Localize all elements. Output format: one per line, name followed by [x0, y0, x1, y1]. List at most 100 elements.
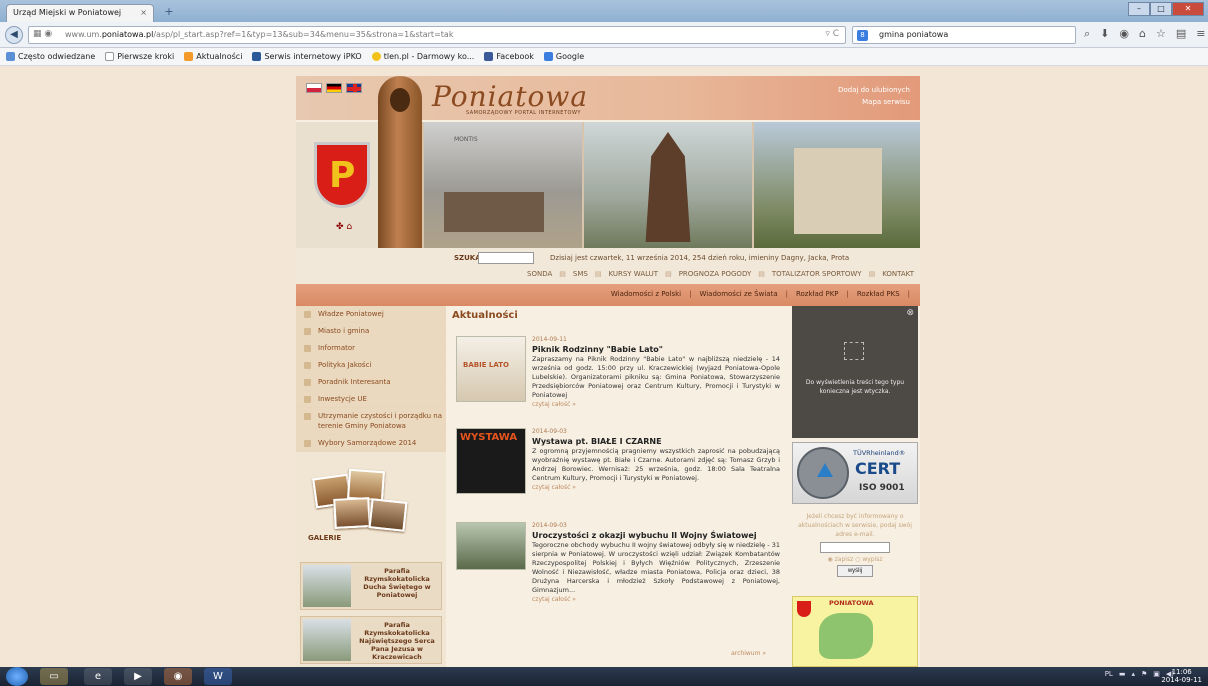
util-link-sms[interactable]: SMS: [573, 270, 588, 278]
bookmark-label: Aktualności: [196, 52, 243, 61]
news-text: Z ogromną przyjemnością pragniemy wszyst…: [532, 447, 780, 482]
menu-item-elections[interactable]: Wybory Samorządowe 2014: [296, 435, 446, 452]
news-body: 2014-09-11 Piknik Rodzinny "Babie Lato" …: [532, 336, 780, 408]
menu-icon[interactable]: ≡: [1196, 27, 1205, 41]
certificate-badge[interactable]: TÜVRheinland® CERT ISO 9001: [792, 442, 918, 504]
nav-link-pks[interactable]: Rozkład PKS: [857, 290, 900, 298]
menu-item-authorities[interactable]: Władze Poniatowej: [296, 306, 446, 323]
read-more-link[interactable]: czytaj całość »: [532, 484, 780, 491]
nav-link-pkp[interactable]: Rozkład PKP: [796, 290, 839, 298]
section-title: Aktualności: [452, 310, 518, 321]
util-link-contact[interactable]: KONTAKT: [882, 270, 914, 278]
clock[interactable]: 11:06 2014-09-11: [1161, 668, 1202, 684]
site-identity-icon[interactable]: ▦ ◉: [33, 29, 52, 39]
keyboard-icon[interactable]: ▬: [1119, 670, 1126, 678]
addon-icon[interactable]: ◉: [1119, 27, 1129, 41]
nav-link-world[interactable]: Wiadomości ze Świata: [699, 290, 777, 298]
menu-item-eu[interactable]: Inwestycje UE: [296, 391, 446, 408]
polish-flag-icon[interactable]: [306, 83, 322, 93]
bookmark-star-icon[interactable]: ☆: [1156, 27, 1166, 41]
network-icon[interactable]: ▣: [1153, 670, 1160, 678]
maximize-button[interactable]: □: [1150, 2, 1172, 16]
close-icon[interactable]: ⊗: [906, 308, 914, 318]
close-window-button[interactable]: ✕: [1172, 2, 1204, 16]
util-link-weather[interactable]: PROGNOZA POGODY: [679, 270, 752, 278]
media-player-icon[interactable]: ▶: [124, 668, 152, 685]
toolbar-icons: ⌕ ⬇ ◉ ⌂ ☆ ▤ ≡: [1084, 27, 1205, 41]
address-bar[interactable]: ▦ ◉ www.um.poniatowa.pl/asp/pl_start.asp…: [28, 26, 846, 44]
german-flag-icon[interactable]: [326, 83, 342, 93]
uk-flag-icon[interactable]: [346, 83, 362, 93]
explorer-icon[interactable]: ▭: [40, 668, 68, 685]
search-icon[interactable]: ⌕: [1084, 27, 1090, 41]
church-image: [303, 619, 351, 661]
bookmark-item[interactable]: Często odwiedzane: [6, 51, 95, 62]
radio-subscribe[interactable]: ◉: [827, 556, 832, 563]
start-button[interactable]: [6, 667, 28, 686]
gallery-widget[interactable]: GALERIE: [308, 468, 434, 548]
site-search-input[interactable]: [478, 252, 534, 264]
add-favorites-link[interactable]: Dodaj do ulubionych: [838, 84, 910, 96]
newsletter-text: Jeżeli chcesz być informowany o aktualno…: [798, 513, 912, 538]
flag-icon[interactable]: ⚑: [1141, 670, 1147, 678]
read-more-link[interactable]: czytaj całość »: [532, 401, 780, 408]
tray-arrow-icon[interactable]: ▴: [1131, 670, 1135, 678]
news-title[interactable]: Piknik Rodzinny "Babie Lato": [532, 345, 780, 354]
header-links: Dodaj do ulubionych Mapa serwisu: [838, 84, 910, 108]
email-field[interactable]: [820, 542, 890, 553]
small-emblem-icon: ✤ ⌂: [336, 222, 353, 232]
search-bar[interactable]: 8 gmina poniatowa: [852, 26, 1076, 44]
google-icon: [543, 52, 553, 61]
search-engine-icon[interactable]: 8: [857, 30, 868, 41]
send-button[interactable]: wyślij: [837, 565, 873, 577]
radio-unsubscribe[interactable]: ○: [855, 556, 860, 563]
browser-tab[interactable]: Urząd Miejski w Poniatowej ×: [6, 4, 154, 22]
clock-date: 2014-09-11: [1161, 676, 1202, 684]
home-icon[interactable]: ⌂: [1139, 27, 1146, 41]
menu-item-informator[interactable]: Informator: [296, 340, 446, 357]
word-icon[interactable]: W: [204, 668, 232, 685]
utility-links: SONDA ▤ SMS ▤ KURSY WALUT ▤ PROGNOZA POGODY…: [527, 270, 914, 278]
plugin-placeholder[interactable]: ⊗ Do wyświetlenia treści tego typu konie…: [792, 306, 918, 438]
site-logo-subtitle: SAMORZĄDOWY PORTAL INTERNETOWY: [466, 110, 581, 116]
download-icon[interactable]: ⬇: [1100, 27, 1109, 41]
bookmark-item[interactable]: Aktualności: [184, 51, 242, 62]
language-indicator[interactable]: PL: [1105, 670, 1113, 678]
language-flags: [306, 83, 362, 93]
town-map[interactable]: PONIATOWA: [792, 596, 918, 667]
menu-item-quality[interactable]: Polityka Jakości: [296, 357, 446, 374]
news-title[interactable]: Wystawa pt. BIAŁE I CZARNE: [532, 437, 780, 446]
bookmarks-menu-icon[interactable]: ▤: [1176, 27, 1186, 41]
nav-link-poland[interactable]: Wiadomości z Polski: [611, 290, 681, 298]
bookmark-item[interactable]: tlen.pl - Darmowy ko...: [371, 51, 474, 62]
menu-item-guide[interactable]: Poradnik Interesanta: [296, 374, 446, 391]
menu-item-city[interactable]: Miasto i gmina: [296, 323, 446, 340]
news-title[interactable]: Uroczystości z okazji wybuchu II Wojny Ś…: [532, 531, 780, 540]
read-more-link[interactable]: czytaj całość »: [532, 596, 780, 603]
parish-link-2[interactable]: Parafia Rzymskokatolicka Najświętszego S…: [300, 616, 442, 664]
bookmark-item[interactable]: Google: [543, 51, 584, 62]
site-logo[interactable]: Poniatowa: [432, 80, 588, 113]
news-thumbnail[interactable]: [456, 522, 526, 570]
menu-item-cleanliness[interactable]: Utrzymanie czystości i porządku na teren…: [296, 408, 446, 435]
minimize-button[interactable]: –: [1128, 2, 1150, 16]
bookmark-item[interactable]: Pierwsze kroki: [105, 51, 174, 62]
util-link-lottery[interactable]: TOTALIZATOR SPORTOWY: [772, 270, 862, 278]
reload-icon[interactable]: ▿ C: [825, 29, 839, 39]
bookmark-item[interactable]: Serwis internetowy iPKO: [252, 51, 362, 62]
firefox-icon[interactable]: ◉: [164, 668, 192, 685]
sitemap-link[interactable]: Mapa serwisu: [838, 96, 910, 108]
bookmark-item[interactable]: Facebook: [484, 51, 534, 62]
util-link-sonda[interactable]: SONDA: [527, 270, 552, 278]
new-tab-button[interactable]: +: [160, 5, 178, 19]
parish-link-1[interactable]: Parafia Rzymskokatolicka Ducha Świętego …: [300, 562, 442, 610]
news-thumbnail[interactable]: BABIE LATO: [456, 336, 526, 402]
tab-close-icon[interactable]: ×: [140, 8, 147, 17]
news-thumbnail[interactable]: WYSTAWA: [456, 428, 526, 494]
util-link-currency[interactable]: KURSY WALUT: [608, 270, 658, 278]
back-button[interactable]: ◀: [5, 26, 23, 44]
ie-icon[interactable]: e: [84, 668, 112, 685]
building-photo: [754, 122, 920, 248]
archive-link[interactable]: archiwum »: [731, 650, 766, 657]
clock-time: 11:06: [1171, 668, 1192, 676]
